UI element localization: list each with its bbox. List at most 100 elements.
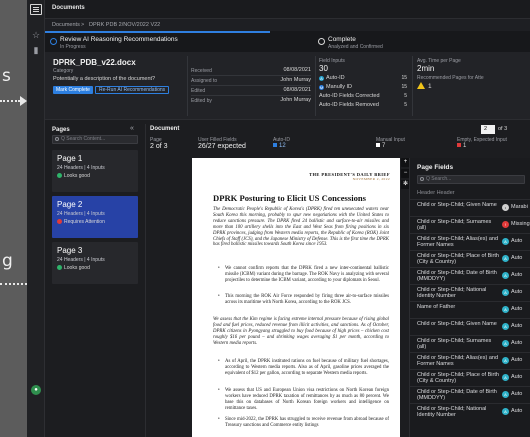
- app-logo-icon[interactable]: [30, 4, 42, 15]
- page-card-title: Page 2: [57, 200, 83, 209]
- field-row-value: Marabi: [511, 204, 528, 210]
- auto-id-label: Auto-ID: [326, 75, 345, 81]
- outer-text-fragment-bottom: g: [2, 251, 13, 271]
- breadcrumb-current: DPRK PDB 2/NOV/2022 V22: [89, 22, 161, 28]
- field-row[interactable]: Child or Step-Child; Date of Birth (MMDD…: [410, 268, 530, 284]
- arrowhead-right-icon: [20, 96, 27, 106]
- document-heading: Document: [150, 126, 180, 132]
- article-bullet: This morning the ROK Air Force responded…: [218, 294, 389, 306]
- field-row[interactable]: Child or Step-Child; Alias(es) and Forme…: [410, 353, 530, 369]
- stat-auto-id-value: 12: [273, 143, 286, 149]
- field-row-label: Child or Step-Child; Alias(es) and Forme…: [417, 236, 499, 248]
- document-filename: DPRK_PDB_v22.docx: [53, 58, 136, 67]
- fields-search-input[interactable]: Q Search...: [417, 175, 525, 184]
- meta-value-edited: 08/08/2021: [283, 87, 311, 93]
- breadcrumb-root[interactable]: Documents: [52, 22, 80, 28]
- pages-panel: Pages « Q Search Content... Page 1 24 He…: [45, 124, 146, 437]
- field-row[interactable]: Child or Step-Child; National Identity N…: [410, 404, 530, 420]
- field-row-label: Child or Step-Child; Given Name: [417, 321, 497, 327]
- star-icon[interactable]: ☆: [31, 30, 41, 40]
- field-row[interactable]: Child or Step-Child; Place of Birth (Cit…: [410, 251, 530, 267]
- review-status-bar: Review AI Reasoning Recommendations In P…: [45, 31, 530, 52]
- field-row-label: Child or Step-Child; National Identity N…: [417, 406, 487, 418]
- field-row[interactable]: Child or Step-Child; Surnames (all)! Miss…: [410, 217, 530, 233]
- page-number-input[interactable]: 2: [481, 125, 495, 134]
- field-row[interactable]: Child or Step-Child; Alias(es) and Forme…: [410, 234, 530, 250]
- review-step-radio[interactable]: [50, 38, 57, 45]
- window-titlebar: Documents: [45, 0, 530, 19]
- field-row-value: Auto: [511, 255, 523, 261]
- rerun-ai-button[interactable]: Re-Run AI Recommendations: [95, 86, 170, 94]
- review-progress-bar: [45, 31, 270, 33]
- user-avatar-icon[interactable]: ●: [31, 385, 41, 395]
- collapse-panel-icon[interactable]: «: [130, 125, 134, 132]
- divider: [187, 56, 188, 116]
- page-card-status-text: Requires Attention: [64, 219, 105, 225]
- field-row-value: Auto: [511, 289, 523, 295]
- document-icon[interactable]: ▮: [31, 45, 41, 55]
- complete-step-status: Analyzed and Confirmed: [328, 44, 383, 50]
- field-row[interactable]: Child or Step-Child; Date of Birth (MMDD…: [410, 387, 530, 403]
- auto-icon: A: [502, 272, 509, 279]
- field-row-label: Child or Step-Child; Date of Birth (MMDD…: [417, 270, 497, 282]
- field-inputs-value: 30: [319, 64, 328, 73]
- field-row[interactable]: Child or Step-Child; Place of Birth (Cit…: [410, 370, 530, 386]
- field-row-label: Child or Step-Child; Surnames (all): [417, 219, 492, 231]
- mark-complete-button[interactable]: Mark Complete: [53, 86, 93, 94]
- manual-icon: •: [502, 204, 509, 211]
- field-row-label: Child or Step-Child; Place of Birth (Cit…: [417, 372, 499, 384]
- complete-step-title: Complete: [328, 36, 356, 43]
- field-row-value: Missing: [511, 221, 530, 227]
- missing-icon: !: [502, 221, 509, 228]
- page-card-subtitle: 24 Headers | 4 Inputs: [57, 257, 105, 263]
- meta-value-assigned: John Murray: [280, 77, 311, 83]
- page-card-2[interactable]: Page 2 24 Headers | 4 Inputs Requires At…: [52, 196, 138, 238]
- manual-id-icon: M: [319, 85, 324, 90]
- page-card-status: Requires Attention: [57, 219, 105, 225]
- main-area: Documents Documents > DPRK PDB 2/NOV/202…: [45, 0, 530, 437]
- complete-step-radio[interactable]: [318, 38, 325, 45]
- left-nav-rail: ☆ ▮ ●: [27, 0, 45, 437]
- auto-icon: A: [502, 357, 509, 364]
- field-row-value: Auto: [511, 340, 523, 346]
- stat-page-value: 2 of 3: [150, 143, 168, 150]
- breadcrumb: Documents > DPRK PDB 2/NOV/2022 V22: [45, 19, 530, 31]
- field-row-label: Child or Step-Child; Date of Birth (MMDD…: [417, 389, 497, 401]
- outer-text-fragment-top: s: [2, 66, 11, 86]
- field-row-label: Child or Step-Child; Place of Birth (Cit…: [417, 253, 499, 265]
- field-row-label: Child or Step-Child; National Identity N…: [417, 287, 487, 299]
- auto-icon: A: [502, 391, 509, 398]
- page-card-status: Looks good: [57, 173, 90, 179]
- page-total: of 3: [498, 126, 508, 132]
- page-card-1[interactable]: Page 1 24 Headers | 4 Inputs Looks good: [52, 150, 138, 192]
- field-row[interactable]: Child or Step-Child; Given Name • Marabi: [410, 200, 530, 216]
- manual-id-label: Manully ID: [326, 84, 352, 90]
- breadcrumb-separator: >: [81, 22, 85, 28]
- field-row-value: Auto: [511, 391, 523, 397]
- article-bullet: We cannot confirm reports that the DPRK …: [218, 266, 389, 284]
- empty-swatch-icon: [457, 143, 461, 147]
- alert-icon: [57, 219, 62, 224]
- outer-frame: s g ☆ ▮ ● Documents Documents > DPRK PDB…: [0, 0, 530, 437]
- document-page-view[interactable]: THE PRESIDENT'S DAILY BRIEF NOVEMBER 2, …: [192, 158, 400, 437]
- check-icon: [57, 173, 62, 178]
- removed-count: 5: [404, 102, 407, 108]
- search-icon: [420, 177, 424, 181]
- field-row-label: Name of Father: [417, 304, 456, 310]
- auto-id-icon: A: [319, 76, 324, 81]
- manual-id-count: 15: [401, 84, 407, 90]
- page-card-3[interactable]: Page 3 24 Headers | 4 Inputs Looks good: [52, 242, 138, 284]
- page-card-subtitle: 24 Headers | 4 Inputs: [57, 211, 105, 217]
- auto-icon: A: [502, 323, 509, 330]
- field-row[interactable]: Name of Father A Auto: [410, 302, 530, 318]
- avg-time-value: 2min: [417, 64, 435, 73]
- field-row[interactable]: Child or Step-Child; National Identity N…: [410, 285, 530, 301]
- field-row[interactable]: Child or Step-Child; Surnames (all) A Auto: [410, 336, 530, 352]
- corrected-label: Auto-ID Fields Corrected: [319, 93, 380, 99]
- document-panel: Document 2 of 3 Page 2 of 3 User Filled …: [146, 124, 530, 437]
- field-row[interactable]: Child or Step-Child; Given Name A Auto: [410, 319, 530, 335]
- pages-search-input[interactable]: Q Search Content...: [52, 135, 138, 144]
- meta-label-edited-by: Edited by: [191, 98, 212, 104]
- divider: [315, 56, 316, 116]
- auto-icon: A: [502, 238, 509, 245]
